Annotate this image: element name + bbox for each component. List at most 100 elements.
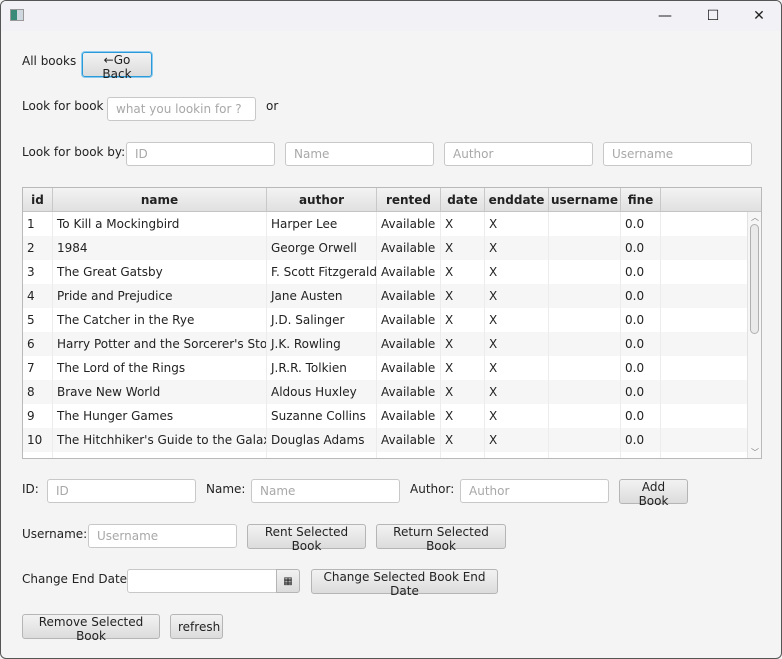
calendar-picker-button[interactable]: ▦	[276, 569, 300, 593]
column-header-username[interactable]: username	[549, 188, 621, 211]
cell-id: 8	[23, 380, 53, 404]
go-back-button[interactable]: ←Go Back	[82, 52, 152, 81]
cell-username	[549, 428, 621, 452]
cell-filler	[661, 356, 748, 380]
table-row[interactable]: 6 Harry Potter and the Sorcerer's Stone J.…	[23, 332, 748, 356]
cell-id: 7	[23, 356, 53, 380]
cell-author: Aldous Huxley	[267, 380, 377, 404]
cell-filler	[661, 284, 748, 308]
cell-id: 2	[23, 236, 53, 260]
cell-username	[549, 212, 621, 236]
cell-enddate: X	[485, 404, 549, 428]
cell-enddate	[485, 452, 549, 458]
column-header-name[interactable]: name	[53, 188, 267, 211]
cell-username	[549, 308, 621, 332]
cell-id	[23, 452, 53, 458]
cell-author: Douglas Adams	[267, 428, 377, 452]
cell-rented: Available	[377, 332, 441, 356]
cell-fine: 0.0	[621, 308, 661, 332]
end-date-label: Change End Date:	[22, 572, 132, 586]
cell-enddate: X	[485, 332, 549, 356]
cell-filler	[661, 260, 748, 284]
table-row[interactable]	[23, 452, 748, 458]
table-row[interactable]: 7 The Lord of the Rings J.R.R. Tolkien Avai…	[23, 356, 748, 380]
maximize-button[interactable]: ☐	[690, 5, 736, 27]
search-name-input[interactable]	[285, 142, 434, 166]
scroll-up-icon[interactable]: ︿	[751, 212, 759, 223]
column-header-filler	[661, 188, 761, 211]
cell-name: The Hunger Games	[53, 404, 267, 428]
cell-fine	[621, 452, 661, 458]
column-header-enddate[interactable]: enddate	[485, 188, 549, 211]
cell-enddate: X	[485, 236, 549, 260]
cell-enddate: X	[485, 212, 549, 236]
cell-rented: Available	[377, 236, 441, 260]
id-input[interactable]	[47, 479, 196, 503]
cell-name: The Lord of the Rings	[53, 356, 267, 380]
cell-id: 3	[23, 260, 53, 284]
table-row[interactable]: 3 The Great Gatsby F. Scott Fitzgerald Avai…	[23, 260, 748, 284]
cell-id: 5	[23, 308, 53, 332]
rent-selected-book-button[interactable]: Rent Selected Book	[247, 524, 366, 553]
table-row[interactable]: 9 The Hunger Games Suzanne Collins Availabl…	[23, 404, 748, 428]
scroll-down-icon[interactable]: ﹀	[751, 447, 759, 458]
table-row[interactable]: 8 Brave New World Aldous Huxley Available X X…	[23, 380, 748, 404]
cell-rented: Available	[377, 212, 441, 236]
cell-username	[549, 260, 621, 284]
column-header-id[interactable]: id	[23, 188, 53, 211]
search-input[interactable]	[107, 97, 256, 121]
minimize-button[interactable]: —	[642, 5, 688, 27]
close-button[interactable]: ✕	[736, 5, 781, 27]
table-row[interactable]: 5 The Catcher in the Rye J.D. Salinger Avai…	[23, 308, 748, 332]
add-book-button[interactable]: Add Book	[619, 479, 688, 508]
books-table[interactable]: id name author rented date enddate username fin…	[22, 187, 762, 459]
column-header-date[interactable]: date	[441, 188, 485, 211]
column-header-author[interactable]: author	[267, 188, 377, 211]
vertical-scrollbar[interactable]: ︿ ﹀	[747, 212, 761, 458]
cell-enddate: X	[485, 380, 549, 404]
author-label: Author:	[410, 482, 455, 496]
cell-filler	[661, 380, 748, 404]
name-label: Name:	[206, 482, 246, 496]
table-row[interactable]: 4 Pride and Prejudice Jane Austen Available…	[23, 284, 748, 308]
page-title: All books	[22, 54, 77, 68]
author-input[interactable]	[460, 479, 609, 503]
cell-date: X	[441, 356, 485, 380]
table-row[interactable]: 1 To Kill a Mockingbird Harper Lee Availabl…	[23, 212, 748, 236]
remove-selected-book-button[interactable]: Remove Selected Book	[22, 614, 160, 643]
return-selected-book-button[interactable]: Return Selected Book	[376, 524, 506, 553]
cell-name: To Kill a Mockingbird	[53, 212, 267, 236]
table-row[interactable]: 2 1984 George Orwell Available X X 0.0	[23, 236, 748, 260]
table-row[interactable]: 10 The Hitchhiker's Guide to the Galaxy Do…	[23, 428, 748, 452]
cell-name: 1984	[53, 236, 267, 260]
cell-fine: 0.0	[621, 260, 661, 284]
cell-author: F. Scott Fitzgerald	[267, 260, 377, 284]
cell-date: X	[441, 212, 485, 236]
cell-date: X	[441, 284, 485, 308]
cell-name	[53, 452, 267, 458]
table-body: 1 To Kill a Mockingbird Harper Lee Availabl…	[23, 212, 748, 458]
cell-username	[549, 332, 621, 356]
cell-username	[549, 380, 621, 404]
cell-id: 10	[23, 428, 53, 452]
cell-id: 1	[23, 212, 53, 236]
change-end-date-button[interactable]: Change Selected Book End Date	[311, 569, 498, 598]
cell-fine: 0.0	[621, 284, 661, 308]
cell-enddate: X	[485, 284, 549, 308]
column-header-fine[interactable]: fine	[621, 188, 661, 211]
search-author-input[interactable]	[444, 142, 593, 166]
end-date-input[interactable]	[127, 569, 277, 593]
cell-author: George Orwell	[267, 236, 377, 260]
cell-date: X	[441, 380, 485, 404]
column-header-rented[interactable]: rented	[377, 188, 441, 211]
name-input[interactable]	[251, 479, 400, 503]
search-id-input[interactable]	[126, 142, 275, 166]
search-username-input[interactable]	[603, 142, 752, 166]
refresh-button[interactable]: refresh	[170, 614, 223, 639]
username-input[interactable]	[88, 524, 237, 548]
cell-filler	[661, 308, 748, 332]
cell-name: The Catcher in the Rye	[53, 308, 267, 332]
cell-fine: 0.0	[621, 236, 661, 260]
scrollbar-thumb[interactable]	[750, 224, 759, 334]
cell-author: J.K. Rowling	[267, 332, 377, 356]
